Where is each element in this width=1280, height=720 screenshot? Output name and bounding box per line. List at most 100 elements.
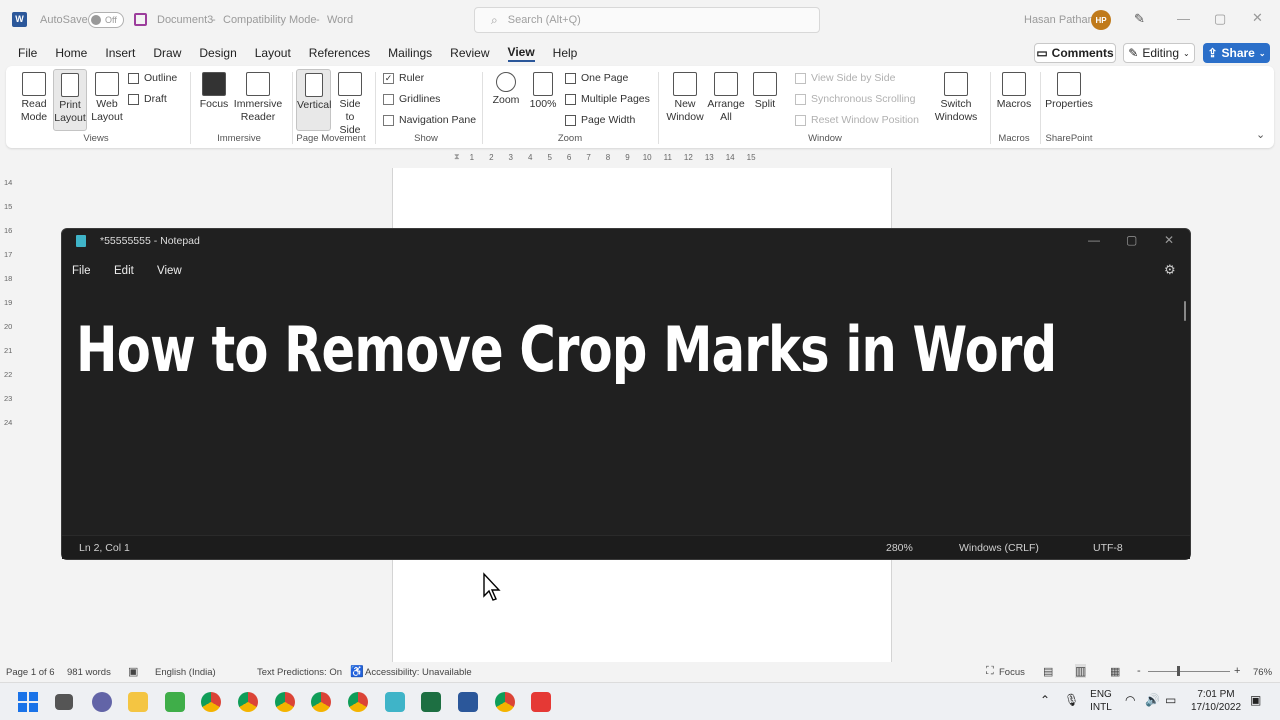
chrome-profile-icon[interactable]: [311, 692, 331, 712]
tab-references[interactable]: References: [309, 46, 370, 60]
notepad-taskbar-icon[interactable]: [385, 692, 405, 712]
notification-icon[interactable]: ▣: [1250, 693, 1261, 707]
one-page-button[interactable]: One Page: [565, 72, 628, 84]
search-box[interactable]: ⌕ Search (Alt+Q): [474, 7, 820, 33]
read-mode-view-icon[interactable]: ▤: [1043, 665, 1053, 678]
volume-icon[interactable]: 🔊: [1145, 693, 1160, 707]
tab-design[interactable]: Design: [199, 46, 236, 60]
file-explorer-icon[interactable]: [128, 692, 148, 712]
arrange-all-button[interactable]: Arrange All: [707, 72, 745, 124]
zoom-slider[interactable]: [1148, 671, 1230, 672]
synchronous-scrolling-button[interactable]: Synchronous Scrolling: [795, 93, 915, 105]
chrome-profile-icon[interactable]: [495, 692, 515, 712]
task-view-icon[interactable]: [55, 694, 73, 710]
properties-button[interactable]: Properties: [1044, 72, 1094, 111]
ruler-checkbox[interactable]: ✓ Ruler: [383, 72, 424, 84]
zoom-in-button[interactable]: +: [1234, 665, 1240, 677]
chrome-icon[interactable]: [201, 692, 221, 712]
notepad-window[interactable]: *55555555 - Notepad — ▢ ✕ File Edit View…: [61, 228, 1191, 560]
print-layout-button[interactable]: Print Layout: [53, 69, 87, 131]
menu-edit[interactable]: Edit: [114, 265, 134, 277]
tab-review[interactable]: Review: [450, 46, 489, 60]
focus-icon[interactable]: ⛶: [986, 665, 994, 678]
tab-home[interactable]: Home: [55, 46, 87, 60]
read-mode-button[interactable]: Read Mode: [16, 72, 52, 124]
horizontal-ruler[interactable]: ⧗ 1 2 3 4 5 6 7 8 9 10 11 12 13 14 15: [392, 151, 892, 163]
editing-button[interactable]: ✎ Editing ⌄: [1123, 43, 1195, 63]
page-width-button[interactable]: Page Width: [565, 114, 635, 126]
view-side-by-side-button[interactable]: View Side by Side: [795, 72, 895, 84]
notepad-text-content[interactable]: How to Remove Crop Marks in Word: [76, 313, 1057, 386]
recorder-icon[interactable]: [531, 692, 551, 712]
language[interactable]: English (India): [155, 667, 216, 678]
windows-start-icon[interactable]: [18, 692, 38, 712]
camtasia-icon[interactable]: [165, 692, 185, 712]
excel-icon[interactable]: [421, 692, 441, 712]
avatar[interactable]: HP: [1091, 10, 1111, 30]
minimize-icon[interactable]: —: [1088, 233, 1100, 247]
reset-window-position-button[interactable]: Reset Window Position: [795, 114, 919, 126]
tab-mailings[interactable]: Mailings: [388, 46, 432, 60]
close-icon[interactable]: ✕: [1164, 233, 1174, 247]
zoom-out-button[interactable]: -: [1137, 665, 1141, 677]
split-button[interactable]: Split: [749, 72, 781, 111]
pen-icon[interactable]: ✎: [1134, 11, 1145, 27]
proofing-icon[interactable]: ▣: [128, 665, 138, 678]
outline-button[interactable]: Outline: [128, 72, 177, 84]
autosave-toggle[interactable]: Off: [88, 12, 124, 28]
menu-view[interactable]: View: [157, 265, 182, 277]
print-layout-view-icon[interactable]: ▥: [1075, 664, 1087, 678]
share-button[interactable]: ⇪ Share ⌄: [1203, 43, 1270, 63]
word-taskbar-icon[interactable]: [458, 692, 478, 712]
close-icon[interactable]: ✕: [1252, 10, 1263, 26]
zoom-slider-thumb[interactable]: [1177, 666, 1180, 676]
multiple-pages-button[interactable]: Multiple Pages: [565, 93, 650, 105]
chrome-profile-icon[interactable]: [348, 692, 368, 712]
language-indicator[interactable]: ENG INTL: [1088, 688, 1114, 714]
web-layout-button[interactable]: Web Layout: [90, 72, 124, 124]
word-app-icon[interactable]: W: [12, 12, 27, 27]
settings-gear-icon[interactable]: ⚙: [1164, 262, 1176, 278]
maximize-icon[interactable]: ▢: [1214, 11, 1226, 27]
comments-button[interactable]: ▭ Comments: [1034, 43, 1116, 63]
chrome-profile-icon[interactable]: [238, 692, 258, 712]
wifi-icon[interactable]: ◠: [1125, 693, 1135, 707]
zoom-100-button[interactable]: 100%: [528, 72, 558, 111]
web-layout-view-icon[interactable]: ▦: [1110, 665, 1120, 678]
tab-file[interactable]: File: [18, 46, 37, 60]
text-predictions[interactable]: Text Predictions: On: [257, 667, 342, 678]
draft-button[interactable]: Draft: [128, 93, 167, 105]
menu-file[interactable]: File: [72, 265, 91, 277]
maximize-icon[interactable]: ▢: [1126, 233, 1137, 247]
new-window-button[interactable]: New Window: [666, 72, 704, 124]
tab-help[interactable]: Help: [553, 46, 578, 60]
tab-draw[interactable]: Draw: [153, 46, 181, 60]
accessibility-status[interactable]: Accessibility: Unavailable: [365, 667, 472, 678]
save-icon[interactable]: [134, 13, 147, 26]
tab-layout[interactable]: Layout: [255, 46, 291, 60]
ruler-indent-marker[interactable]: ⧗: [454, 152, 460, 162]
focus-mode[interactable]: Focus: [999, 667, 1025, 678]
macros-button[interactable]: Macros: [994, 72, 1034, 111]
zoom-button[interactable]: Zoom: [490, 72, 522, 107]
immersive-reader-button[interactable]: Immersive Reader: [232, 72, 284, 124]
scrollbar[interactable]: [1184, 301, 1186, 321]
zoom-level[interactable]: 76%: [1253, 667, 1272, 678]
switch-windows-button[interactable]: Switch Windows: [928, 72, 984, 124]
accessibility-icon[interactable]: ♿: [350, 665, 364, 678]
teams-chat-icon[interactable]: [92, 692, 112, 712]
chevron-up-icon[interactable]: ⌃: [1040, 693, 1050, 707]
side-to-side-button[interactable]: Side to Side: [334, 72, 366, 137]
vertical-button[interactable]: Vertical: [296, 69, 331, 131]
tab-insert[interactable]: Insert: [105, 46, 135, 60]
page-count[interactable]: Page 1 of 6: [6, 667, 55, 678]
navigation-pane-checkbox[interactable]: Navigation Pane: [383, 114, 476, 126]
focus-button[interactable]: Focus: [198, 72, 230, 111]
minimize-icon[interactable]: —: [1177, 11, 1190, 26]
tab-view[interactable]: View: [507, 45, 535, 62]
chrome-profile-icon[interactable]: [275, 692, 295, 712]
vertical-ruler[interactable]: 14 15 16 17 18 19 20 21 22 23 24: [4, 168, 16, 498]
collapse-ribbon-icon[interactable]: ⌄: [1256, 128, 1265, 141]
battery-icon[interactable]: ▭: [1165, 693, 1176, 707]
clock[interactable]: 7:01 PM 17/10/2022: [1188, 688, 1244, 714]
